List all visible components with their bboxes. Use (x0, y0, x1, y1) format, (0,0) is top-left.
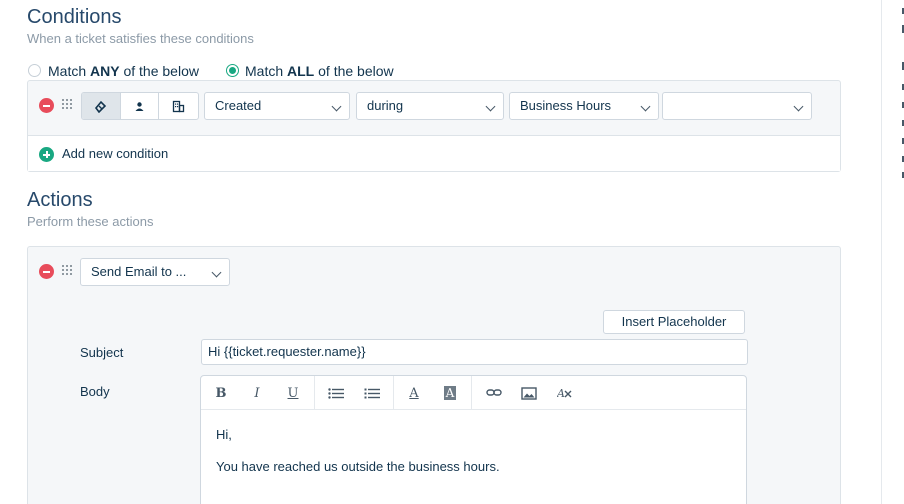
action-type-value: Send Email to ... (91, 264, 187, 279)
toolbar-separator (471, 376, 472, 410)
segment-requester[interactable] (121, 93, 160, 119)
svg-text:A: A (557, 387, 565, 399)
insert-link-button[interactable] (479, 376, 509, 410)
bulleted-list-button[interactable] (321, 376, 351, 410)
bulleted-list-icon (328, 387, 344, 399)
match-any-suffix: of the below (119, 63, 199, 79)
condition-operator-value: during (367, 98, 404, 113)
clear-formatting-button[interactable]: A (550, 376, 580, 410)
segment-company[interactable] (159, 93, 198, 119)
segment-ticket[interactable] (82, 93, 121, 119)
actions-panel: Send Email to ... Insert Placeholder Sub… (27, 246, 841, 504)
match-all-radio[interactable] (226, 64, 239, 77)
clear-formatting-icon: A (557, 387, 572, 399)
chevron-down-icon (331, 101, 342, 112)
condition-operator-select[interactable]: during (356, 92, 504, 120)
condition-extra-select[interactable] (662, 92, 812, 120)
match-any-radio[interactable] (28, 64, 41, 77)
drag-handle-icon[interactable] (62, 265, 72, 277)
condition-value-select[interactable]: Business Hours (509, 92, 659, 120)
action-type-select[interactable]: Send Email to ... (80, 258, 230, 286)
drag-handle-icon[interactable] (62, 99, 72, 111)
condition-field-value: Created (215, 98, 262, 113)
link-icon (486, 389, 502, 396)
font-color-button[interactable]: A (400, 376, 428, 410)
right-side-panel (881, 0, 904, 504)
chevron-down-icon (485, 101, 496, 112)
condition-field-select[interactable]: Created (204, 92, 350, 120)
image-icon (521, 386, 537, 400)
body-line-2: You have reached us outside the business… (216, 459, 500, 474)
body-editor: B I U A A A Hi, You have reached us outs… (200, 375, 747, 504)
match-any-prefix: Match (48, 63, 91, 79)
match-any-bold: ANY (90, 63, 120, 79)
company-icon (173, 100, 185, 112)
chevron-down-icon (211, 267, 222, 278)
subject-label: Subject (80, 345, 124, 360)
underline-button[interactable]: U (279, 376, 307, 410)
numbered-list-icon (364, 388, 380, 398)
condition-value-value: Business Hours (520, 98, 612, 113)
bold-button[interactable]: B (207, 376, 235, 410)
condition-type-switcher (81, 92, 199, 120)
conditions-title: Conditions (27, 6, 122, 28)
toolbar-separator (314, 376, 315, 410)
add-condition-row: Add new condition (28, 135, 840, 171)
insert-placeholder-button[interactable]: Insert Placeholder (603, 310, 745, 334)
conditions-subtitle: When a ticket satisfies these conditions (27, 31, 254, 46)
body-label: Body (80, 384, 110, 399)
match-all-prefix: Match (245, 63, 288, 79)
remove-action-button[interactable] (39, 264, 54, 279)
chevron-down-icon (793, 101, 804, 112)
actions-subtitle: Perform these actions (27, 214, 154, 229)
match-all-suffix: of the below (314, 63, 394, 79)
match-all-bold: ALL (287, 63, 315, 79)
add-condition-icon[interactable] (39, 147, 54, 162)
italic-button[interactable]: I (243, 376, 271, 410)
ticket-icon (95, 100, 107, 113)
match-all-label[interactable]: Match ALL of the below (245, 63, 394, 79)
insert-image-button[interactable] (514, 376, 544, 410)
match-any-label[interactable]: Match ANY of the below (48, 63, 199, 79)
chevron-down-icon (640, 101, 651, 112)
conditions-panel: Created during Business Hours Add new co… (27, 80, 841, 172)
toolbar-separator (393, 376, 394, 410)
body-line-1: Hi, (216, 427, 232, 442)
numbered-list-button[interactable] (357, 376, 387, 410)
user-icon (135, 101, 144, 111)
remove-condition-button[interactable] (39, 98, 54, 113)
add-new-condition-link[interactable]: Add new condition (62, 146, 168, 161)
subject-input[interactable]: Hi {{ticket.requester.name}} (201, 339, 748, 365)
background-color-icon: A (443, 386, 457, 400)
actions-title: Actions (27, 189, 93, 211)
editor-toolbar: B I U A A A (201, 376, 746, 410)
background-color-button[interactable]: A (436, 376, 464, 410)
